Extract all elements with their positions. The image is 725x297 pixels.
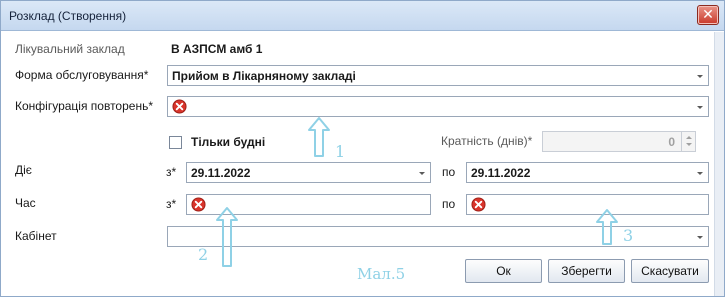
valid-from-date[interactable]: 29.11.2022 [186, 162, 431, 183]
facility-label: Лікувальний заклад [15, 42, 125, 56]
save-button[interactable]: Зберегти [548, 259, 625, 283]
time-to-label: по [442, 197, 456, 211]
side-strip [714, 32, 724, 296]
annotation-arrow-3 [596, 209, 618, 245]
valid-to-label: по [442, 165, 456, 179]
close-icon: ✕ [702, 7, 714, 23]
ok-button[interactable]: Ок [465, 259, 542, 283]
error-icon [191, 197, 206, 212]
time-label: Час [15, 196, 36, 210]
annotation-number-3: 3 [623, 226, 634, 245]
dialog-window: Розклад (Створення) ✕ Лікувальний заклад… [0, 0, 725, 297]
annotation-number-1: 1 [335, 142, 346, 161]
error-icon [471, 197, 486, 212]
weekdays-only-label: Тільки будні [191, 135, 266, 149]
multiplicity-stepper[interactable]: 0 [542, 131, 696, 152]
service-form-label: Форма обслуговування* [15, 68, 149, 82]
spinner-control[interactable] [681, 132, 695, 151]
chevron-down-icon [697, 172, 703, 175]
figure-caption: Мал.5 [357, 265, 406, 283]
annotation-arrow-2 [216, 207, 238, 267]
error-icon [172, 99, 187, 114]
close-button[interactable]: ✕ [697, 5, 719, 25]
form-area: Лікувальний заклад В АЗПСМ амб 1 Форма о… [1, 32, 714, 296]
service-form-dropdown[interactable]: Прийом в Лікарняному закладі [167, 65, 709, 86]
valid-label: Діє [15, 163, 32, 177]
chevron-down-icon[interactable] [686, 143, 692, 146]
time-to-input[interactable] [466, 194, 709, 215]
valid-to-value: 29.11.2022 [471, 166, 531, 180]
valid-to-date[interactable]: 29.11.2022 [466, 162, 709, 183]
valid-from-value: 29.11.2022 [191, 166, 251, 180]
chevron-up-icon[interactable] [686, 136, 692, 139]
weekdays-only-checkbox[interactable] [169, 136, 182, 149]
cancel-button[interactable]: Скасувати [631, 259, 709, 283]
repeat-config-dropdown[interactable] [167, 96, 709, 117]
annotation-number-2: 2 [198, 245, 209, 264]
service-form-value: Прийом в Лікарняному закладі [172, 69, 356, 83]
title-bar: Розклад (Створення) ✕ [1, 1, 724, 31]
valid-from-label: з* [166, 165, 177, 179]
time-from-label: з* [166, 197, 177, 211]
cabinet-label: Кабінет [15, 229, 57, 243]
chevron-down-icon [697, 106, 703, 109]
annotation-arrow-1 [308, 117, 330, 157]
window-title: Розклад (Створення) [9, 9, 127, 23]
chevron-down-icon [419, 172, 425, 175]
chevron-down-icon [697, 236, 703, 239]
repeat-config-label: Конфігурація повторень* [15, 99, 154, 113]
multiplicity-value: 0 [668, 135, 675, 149]
facility-value: В АЗПСМ амб 1 [171, 42, 263, 56]
multiplicity-label: Кратність (днів)* [441, 134, 533, 148]
chevron-down-icon [697, 75, 703, 78]
